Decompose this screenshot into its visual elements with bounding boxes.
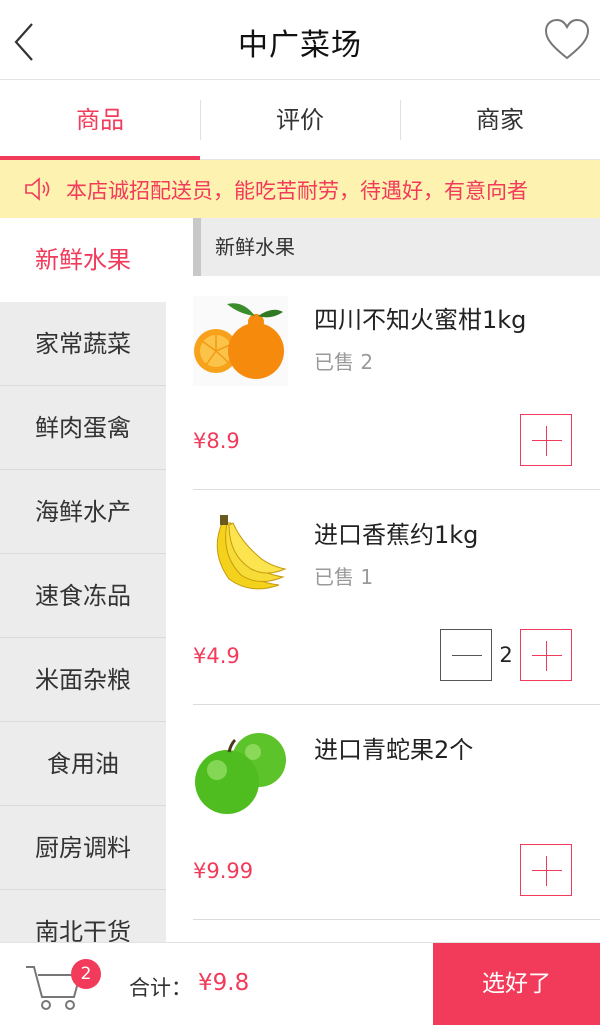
add-to-cart-button[interactable] [520,844,572,896]
sidebar-item-frozen[interactable]: 速食冻品 [0,554,166,638]
product-price: ¥4.9 [193,644,240,668]
heart-icon[interactable] [542,15,592,65]
sidebar-item-vegetables[interactable]: 家常蔬菜 [0,302,166,386]
notice-banner: 本店诚招配送员，能吃苦耐劳，待遇好，有意向者 [0,160,600,218]
product-quantity: 2 [499,643,513,667]
total-price: ¥9.8 [198,970,250,996]
checkout-button[interactable]: 选好了 [433,943,600,1025]
section-title: 新鲜水果 [193,218,600,276]
app-header: 中广菜场 [0,0,600,80]
tab-merchant[interactable]: 商家 [400,80,600,160]
notice-text: 本店诚招配送员，能吃苦耐劳，待遇好，有意向者 [66,179,528,203]
product-sold-count: 已售 1 [314,565,374,589]
product-sold-count: 已售 2 [314,350,374,374]
product-item[interactable]: 进口青蛇果2个 ¥9.99 [193,706,600,920]
sidebar-item-grains[interactable]: 米面杂粮 [0,638,166,722]
add-to-cart-button[interactable] [520,629,572,681]
tab-reviews[interactable]: 评价 [200,80,400,160]
sidebar-item-dried-goods[interactable]: 南北干货 [0,890,166,942]
product-price: ¥9.99 [193,859,254,883]
product-name: 四川不知火蜜柑1kg [314,306,527,334]
banana-image [193,511,288,601]
sidebar-item-meat-eggs[interactable]: 鲜肉蛋禽 [0,386,166,470]
tab-goods[interactable]: 商品 [0,80,200,160]
product-price: ¥8.9 [193,429,240,453]
orange-image [193,296,288,386]
green-apple-image [193,726,288,816]
add-to-cart-button[interactable] [520,414,572,466]
product-item[interactable]: 四川不知火蜜柑1kg 已售 2 ¥8.9 [193,276,600,490]
cart-bar: 2 合计： ¥9.8 选好了 [0,942,600,1025]
speaker-icon [24,177,56,201]
remove-from-cart-button[interactable] [440,629,492,681]
sidebar-item-seafood[interactable]: 海鲜水产 [0,470,166,554]
product-item[interactable]: 进口香蕉约1kg 已售 1 ¥4.9 2 [193,491,600,705]
page-title: 中广菜场 [238,28,362,63]
sidebar-item-seasoning[interactable]: 厨房调料 [0,806,166,890]
sidebar-item-oil[interactable]: 食用油 [0,722,166,806]
product-list: 新鲜水果 四川不知火蜜柑1kg 已售 2 ¥8.9 进口香蕉约1kg 已售 1 … [193,218,600,942]
product-name: 进口香蕉约1kg [314,521,479,549]
cart-count-badge: 2 [71,959,101,989]
total-label: 合计： [129,976,192,1000]
category-sidebar: 新鲜水果 家常蔬菜 鲜肉蛋禽 海鲜水产 速食冻品 米面杂粮 食用油 厨房调料 南… [0,218,166,942]
product-name: 进口青蛇果2个 [314,736,474,764]
tab-bar: 商品 评价 商家 [0,80,600,160]
sidebar-item-fruits[interactable]: 新鲜水果 [0,218,166,302]
